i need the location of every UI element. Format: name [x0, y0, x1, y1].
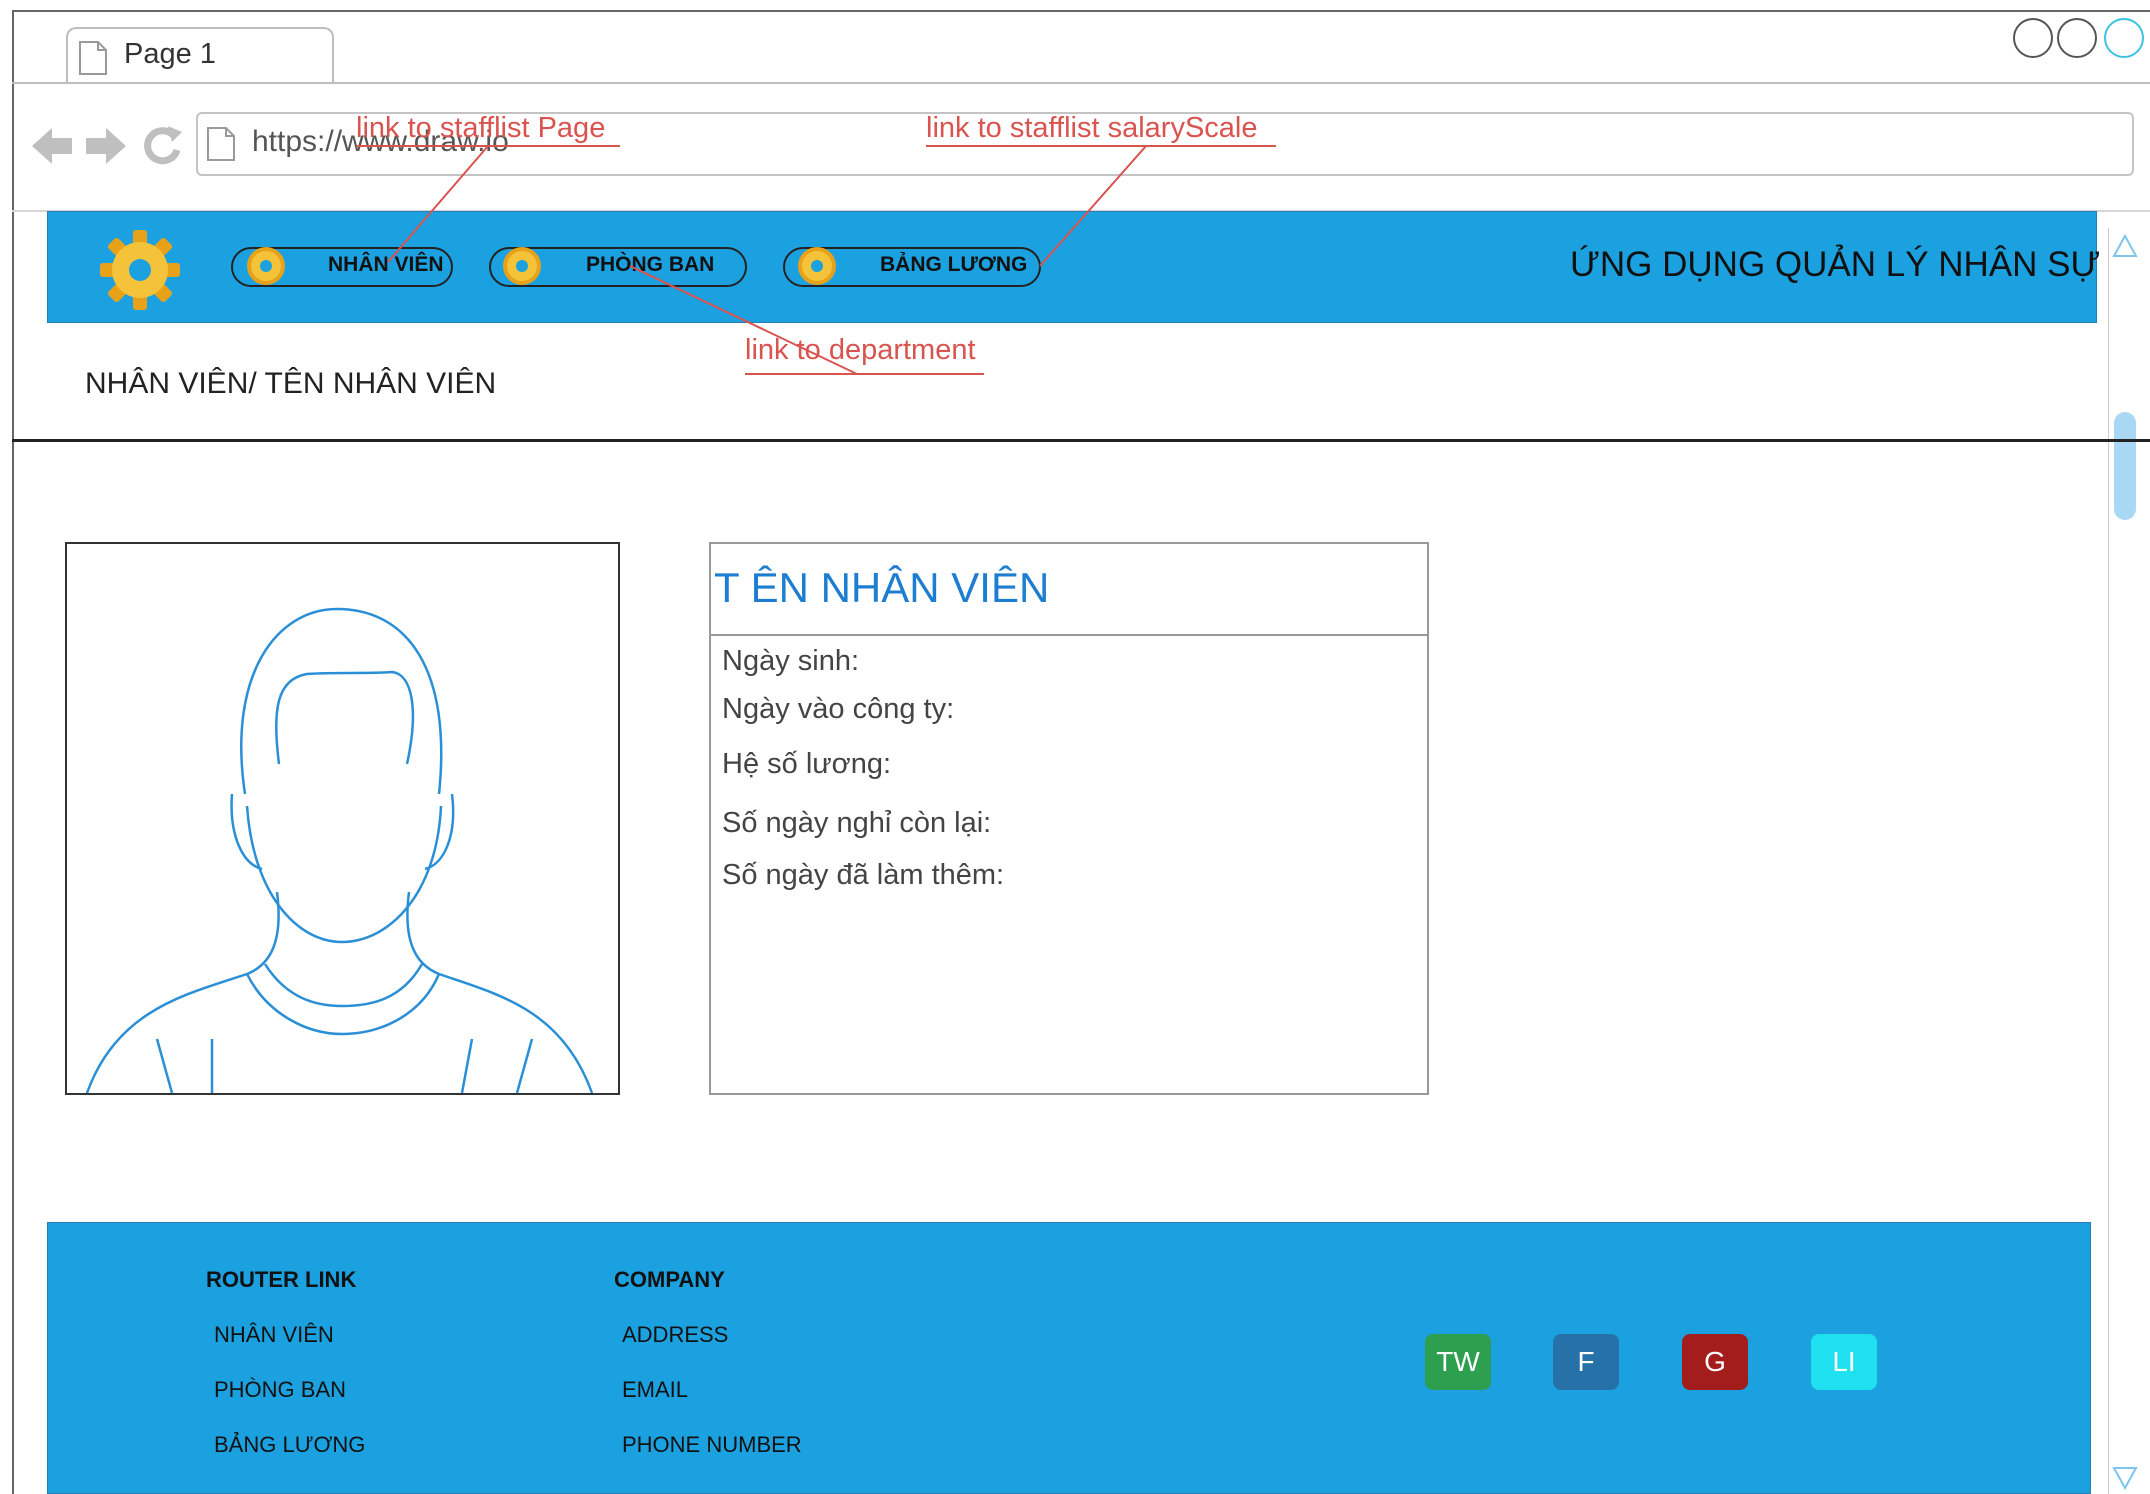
- footer-link-phone[interactable]: PHONE NUMBER: [622, 1432, 802, 1458]
- field-birthdate-label: Ngày sinh:: [722, 645, 860, 677]
- breadcrumb-divider: [12, 439, 2150, 442]
- footer-link-department[interactable]: PHÒNG BAN: [214, 1377, 346, 1403]
- scroll-down-icon[interactable]: [2112, 1464, 2138, 1490]
- facebook-button[interactable]: F: [1553, 1334, 1619, 1390]
- field-salary-scale-label: Hệ số lương:: [722, 748, 892, 780]
- annotation-lines: [356, 145, 1276, 375]
- annotation-stafflist-link: link to stafflist Page: [356, 112, 606, 144]
- card-header-divider: [711, 634, 1427, 636]
- field-annual-leave-label: Số ngày nghỉ còn lại:: [722, 807, 992, 839]
- footer-link-salary[interactable]: BẢNG LƯƠNG: [214, 1432, 365, 1458]
- field-join-date-label: Ngày vào công ty:: [722, 693, 955, 725]
- staff-name-title: T ÊN NHÂN VIÊN: [714, 564, 1050, 611]
- staff-avatar: [65, 542, 620, 1095]
- footer-link-staff[interactable]: NHÂN VIÊN: [214, 1322, 334, 1348]
- footer-link-address[interactable]: ADDRESS: [622, 1322, 728, 1348]
- twitter-button[interactable]: TW: [1425, 1334, 1491, 1390]
- annotation-department-link: link to department: [745, 334, 976, 366]
- scroll-thumb[interactable]: [2114, 412, 2136, 520]
- footer-link-email[interactable]: EMAIL: [622, 1377, 688, 1403]
- footer-company-heading: COMPANY: [614, 1267, 725, 1292]
- google-button[interactable]: G: [1682, 1334, 1748, 1390]
- field-overtime-label: Số ngày đã làm thêm:: [722, 859, 1005, 891]
- person-silhouette-icon: [85, 607, 594, 1093]
- annotation-salary-link: link to stafflist salaryScale: [926, 112, 1258, 144]
- linkedin-button[interactable]: LI: [1811, 1334, 1877, 1390]
- footer-router-heading: ROUTER LINK: [206, 1267, 357, 1292]
